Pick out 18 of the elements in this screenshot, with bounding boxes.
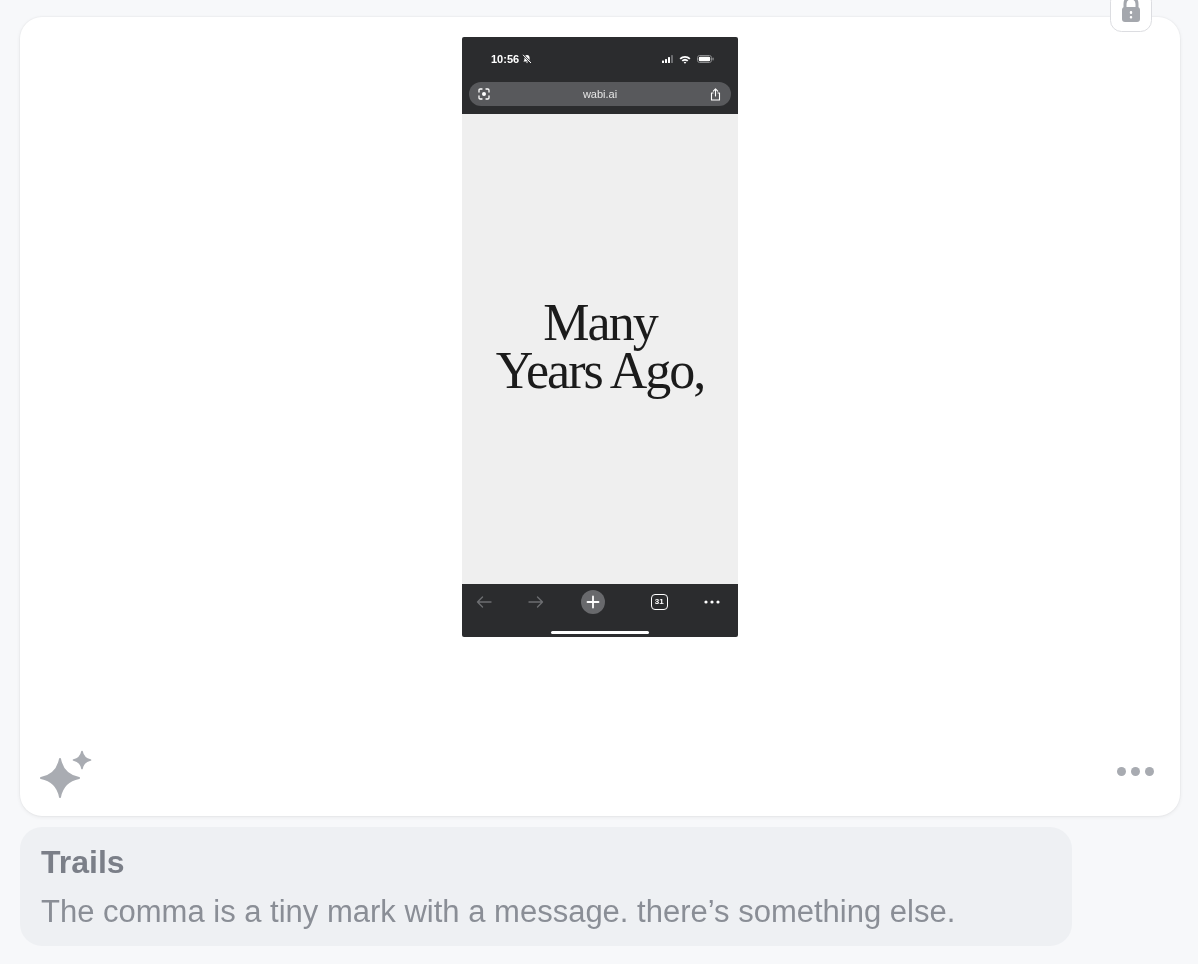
url-text: wabi.ai xyxy=(581,88,619,100)
battery-icon xyxy=(697,55,714,63)
sparkle-icon[interactable] xyxy=(40,750,92,798)
muted-bell-icon xyxy=(522,54,533,64)
tab-count-indicator: 31 xyxy=(650,594,668,610)
more-dots-icon xyxy=(704,600,720,604)
plus-icon xyxy=(580,590,605,614)
forward-arrow-icon xyxy=(528,596,545,608)
lock-icon[interactable] xyxy=(1110,0,1152,32)
scan-icon xyxy=(478,88,490,100)
wifi-icon xyxy=(679,54,691,64)
signal-icon xyxy=(662,55,673,63)
status-time: 10:56 xyxy=(491,53,520,65)
caption-text: The comma is a tiny mark with a message. there’s something else. xyxy=(41,893,957,931)
back-arrow-icon xyxy=(476,596,492,608)
share-icon xyxy=(710,87,721,101)
more-options-icon[interactable] xyxy=(1117,766,1154,776)
caption-title: Trails xyxy=(41,843,126,882)
